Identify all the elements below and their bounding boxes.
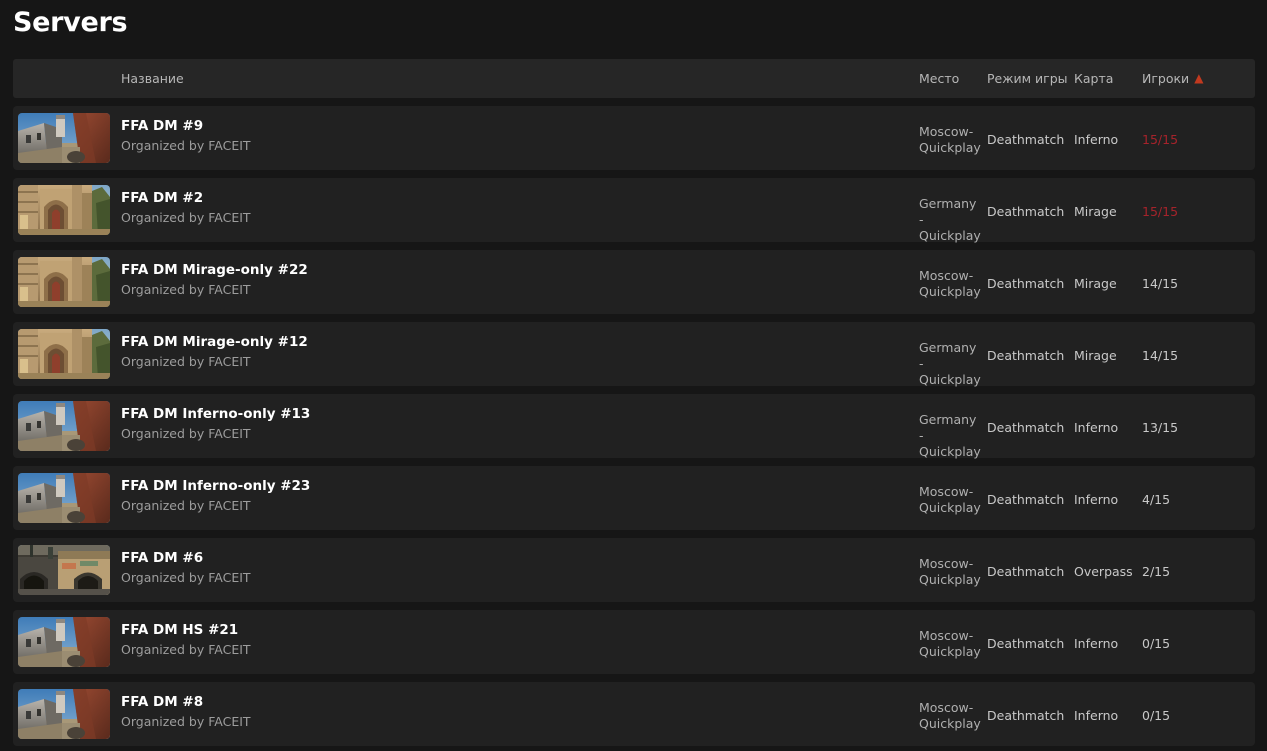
server-map: Inferno — [1074, 708, 1119, 723]
server-name: FFA DM Mirage-only #22 — [121, 262, 308, 278]
server-game-mode: Deathmatch — [987, 420, 1065, 435]
server-map: Mirage — [1074, 276, 1117, 291]
server-info: FFA DM Inferno-only #13 Organized by FACE… — [121, 405, 881, 443]
server-organizer: Organized by FACEIT — [121, 570, 251, 585]
server-players-count: 4/15 — [1142, 492, 1171, 507]
map-thumbnail — [18, 545, 110, 595]
server-game-mode: Deathmatch — [987, 204, 1065, 219]
server-map: Inferno — [1074, 132, 1119, 147]
server-row[interactable]: FFA DM #2 Organized by FACEIT Germany-Quic… — [13, 178, 1255, 243]
server-info: FFA DM HS #21 Organized by FACEIT — [121, 621, 881, 659]
column-header-map[interactable]: Карта — [1074, 59, 1113, 98]
server-players-count: 2/15 — [1142, 564, 1171, 579]
server-place: Moscow-Quickplay — [919, 268, 981, 299]
server-organizer: Organized by FACEIT — [121, 138, 251, 153]
map-thumbnail — [18, 473, 110, 523]
server-name: FFA DM #8 — [121, 694, 204, 710]
map-thumbnail — [18, 689, 110, 739]
server-organizer: Organized by FACEIT — [121, 282, 251, 297]
server-game-mode: Deathmatch — [987, 708, 1065, 723]
server-organizer: Organized by FACEIT — [121, 426, 251, 441]
server-organizer: Organized by FACEIT — [121, 498, 251, 513]
server-name: FFA DM HS #21 — [121, 622, 239, 638]
column-header-name[interactable]: Название — [121, 59, 184, 98]
server-list: FFA DM #9 Organized by FACEIT Moscow-Quick… — [13, 106, 1255, 746]
map-thumbnail — [18, 329, 110, 379]
server-map: Mirage — [1074, 348, 1117, 363]
server-info: FFA DM Mirage-only #22 Organized by FACEI… — [121, 261, 881, 299]
server-info: FFA DM Inferno-only #23 Organized by FACE… — [121, 477, 881, 515]
server-place: Germany-Quickplay — [919, 340, 981, 387]
server-place: Germany-Quickplay — [919, 412, 981, 459]
server-place: Moscow-Quickplay — [919, 628, 981, 659]
server-map: Inferno — [1074, 420, 1119, 435]
server-info: FFA DM #6 Organized by FACEIT — [121, 549, 881, 587]
column-header-players[interactable]: Игроки ▲ — [1142, 59, 1203, 98]
sort-ascending-icon[interactable]: ▲ — [1194, 59, 1203, 98]
server-name: FFA DM #9 — [121, 118, 204, 134]
server-info: FFA DM #8 Organized by FACEIT — [121, 693, 881, 731]
server-organizer: Organized by FACEIT — [121, 354, 251, 369]
table-header-row: Название Место Режим игры Карта Игроки ▲ — [13, 59, 1255, 98]
server-map: Inferno — [1074, 492, 1119, 507]
server-row[interactable]: FFA DM HS #21 Organized by FACEIT Moscow-Q… — [13, 610, 1255, 674]
map-thumbnail — [18, 617, 110, 667]
map-thumbnail — [18, 401, 110, 451]
server-row[interactable]: FFA DM Mirage-only #12 Organized by FACEI… — [13, 322, 1255, 387]
map-thumbnail — [18, 185, 110, 235]
server-map: Inferno — [1074, 636, 1119, 651]
server-players-count: 13/15 — [1142, 420, 1179, 435]
server-place: Moscow-Quickplay — [919, 124, 981, 155]
server-players-count: 14/15 — [1142, 276, 1179, 291]
server-name: FFA DM Inferno-only #23 — [121, 478, 311, 494]
server-place: Germany-Quickplay — [919, 196, 981, 243]
server-row[interactable]: FFA DM #6 Organized by FACEIT Moscow-Quick… — [13, 538, 1255, 602]
server-place: Moscow-Quickplay — [919, 700, 981, 731]
server-row[interactable]: FFA DM Inferno-only #13 Organized by FACE… — [13, 394, 1255, 459]
server-organizer: Organized by FACEIT — [121, 210, 251, 225]
server-name: FFA DM Mirage-only #12 — [121, 334, 308, 350]
servers-table: Название Место Режим игры Карта Игроки ▲ — [13, 59, 1255, 746]
server-row[interactable]: FFA DM Inferno-only #23 Organized by FACE… — [13, 466, 1255, 530]
server-row[interactable]: FFA DM #9 Organized by FACEIT Moscow-Quick… — [13, 106, 1255, 170]
server-name: FFA DM #2 — [121, 190, 204, 206]
server-players-count: 0/15 — [1142, 636, 1171, 651]
map-thumbnail — [18, 113, 110, 163]
server-place: Moscow-Quickplay — [919, 556, 981, 587]
server-game-mode: Deathmatch — [987, 348, 1065, 363]
server-name: FFA DM Inferno-only #13 — [121, 406, 311, 422]
server-map: Overpass — [1074, 564, 1133, 579]
server-organizer: Organized by FACEIT — [121, 642, 251, 657]
column-header-players-label: Игроки — [1142, 71, 1190, 86]
server-row[interactable]: FFA DM Mirage-only #22 Organized by FACEI… — [13, 250, 1255, 314]
map-thumbnail — [18, 257, 110, 307]
server-players-count: 14/15 — [1142, 348, 1179, 363]
server-game-mode: Deathmatch — [987, 132, 1065, 147]
page-title: Servers — [13, 7, 128, 38]
server-row[interactable]: FFA DM #8 Organized by FACEIT Moscow-Quick… — [13, 682, 1255, 746]
server-game-mode: Deathmatch — [987, 564, 1065, 579]
server-game-mode: Deathmatch — [987, 276, 1065, 291]
column-header-mode[interactable]: Режим игры — [987, 59, 1068, 98]
server-info: FFA DM #9 Organized by FACEIT — [121, 117, 881, 155]
server-place: Moscow-Quickplay — [919, 484, 981, 515]
column-header-place[interactable]: Место — [919, 59, 959, 98]
server-name: FFA DM #6 — [121, 550, 204, 566]
server-game-mode: Deathmatch — [987, 492, 1065, 507]
server-players-count: 15/15 — [1142, 204, 1179, 219]
server-players-count: 15/15 — [1142, 132, 1179, 147]
server-organizer: Organized by FACEIT — [121, 714, 251, 729]
server-game-mode: Deathmatch — [987, 636, 1065, 651]
server-info: FFA DM #2 Organized by FACEIT — [121, 189, 881, 227]
server-map: Mirage — [1074, 204, 1117, 219]
server-info: FFA DM Mirage-only #12 Organized by FACEI… — [121, 333, 881, 371]
servers-page: Servers Название Место Режим игры Карта … — [0, 0, 1267, 751]
server-players-count: 0/15 — [1142, 708, 1171, 723]
